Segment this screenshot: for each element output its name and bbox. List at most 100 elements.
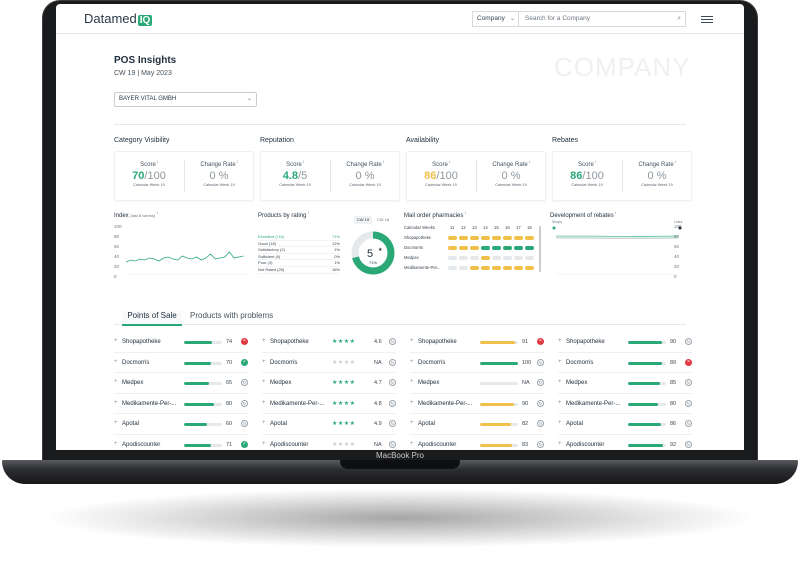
alert-icon[interactable]: × (537, 338, 544, 345)
scrollbar[interactable] (539, 226, 541, 272)
expand-icon[interactable]: + (558, 338, 562, 344)
alert-icon[interactable]: × (685, 358, 692, 366)
tab-points-of-sale[interactable]: Points of Sale (122, 311, 182, 326)
check-icon[interactable]: ✓ (241, 358, 248, 366)
score-number: 86 (424, 170, 437, 182)
search-scope-select[interactable]: Company ⌄ (472, 11, 518, 27)
table-row[interactable]: + Medpex ★★★★ 4.7 ↻ (262, 373, 396, 394)
info-icon[interactable]: i (465, 210, 466, 215)
expand-icon[interactable]: + (410, 420, 414, 426)
company-dropdown[interactable]: BAYER VITAL GMBH ⌄ (114, 92, 257, 107)
expand-icon[interactable]: + (114, 379, 118, 385)
table-row[interactable]: + Medpex 85 ↻ (558, 373, 692, 394)
expand-icon[interactable]: + (410, 441, 414, 447)
expand-icon[interactable]: + (114, 338, 118, 344)
info-icon[interactable]: i (236, 159, 238, 164)
star-icon: ★ (378, 247, 383, 253)
info-icon[interactable]: i (156, 159, 158, 164)
expand-icon[interactable]: + (558, 359, 562, 365)
expand-icon[interactable]: + (262, 420, 266, 426)
table-row[interactable]: + Apodiscounter ★★★★ NA ↻ (262, 435, 396, 450)
table-row[interactable]: + Medpex 65 ↻ (114, 373, 248, 394)
check-icon[interactable]: ✓ (241, 440, 248, 448)
expand-icon[interactable]: + (262, 400, 266, 406)
logo[interactable]: Datamed IQ (84, 11, 153, 26)
expand-icon[interactable]: + (262, 338, 266, 344)
refresh-icon[interactable]: ↻ (389, 379, 396, 387)
table-row[interactable]: + Shopapotheke 90 ↻ (558, 332, 692, 353)
expand-icon[interactable]: + (410, 359, 414, 365)
table-row[interactable]: + Shopapotheke 91 × (410, 332, 544, 353)
refresh-icon[interactable]: ↻ (685, 420, 692, 428)
expand-icon[interactable]: + (558, 420, 562, 426)
table-row[interactable]: + Apodiscounter 71 ✓ (114, 435, 248, 450)
expand-icon[interactable]: + (558, 400, 562, 406)
table-row[interactable]: + Docmorris 100 ↻ (410, 353, 544, 374)
refresh-icon[interactable]: ↻ (389, 420, 396, 428)
expand-icon[interactable]: + (114, 441, 118, 447)
expand-icon[interactable]: + (114, 359, 118, 365)
refresh-icon[interactable]: ↻ (685, 379, 692, 387)
pharmacy-name: Apotal (566, 421, 584, 428)
table-row[interactable]: + Docmorris 89 × (558, 353, 692, 374)
expand-icon[interactable]: + (410, 379, 414, 385)
refresh-icon[interactable]: ↻ (389, 338, 396, 345)
table-row[interactable]: + Medpex NA ↻ (410, 373, 544, 394)
table-row[interactable]: + Medikamente-Per-... ★★★★ 4.8 ↻ (262, 394, 396, 415)
refresh-icon[interactable]: ↻ (241, 379, 248, 387)
expand-icon[interactable]: + (262, 359, 266, 365)
refresh-icon[interactable]: ↻ (537, 358, 544, 366)
info-icon[interactable]: i (528, 159, 530, 164)
expand-icon[interactable]: + (410, 400, 414, 406)
refresh-icon[interactable]: ↻ (389, 440, 396, 448)
info-icon[interactable]: i (382, 159, 384, 164)
table-row[interactable]: + Medikamente-Per-... 80 ↻ (558, 394, 692, 415)
expand-icon[interactable]: + (114, 400, 118, 406)
score-bar-fill (628, 423, 661, 427)
info-icon[interactable]: i (448, 159, 450, 164)
expand-icon[interactable]: + (262, 379, 266, 385)
table-row[interactable]: + Apotal 82 ↻ (410, 414, 544, 435)
expand-icon[interactable]: + (558, 379, 562, 385)
table-row[interactable]: + Shopapotheke ★★★★ 4.6 ↻ (262, 332, 396, 353)
info-icon[interactable]: i (308, 210, 309, 215)
refresh-icon[interactable]: ↻ (537, 440, 544, 448)
table-row[interactable]: + Medikamente-Per-... 90 ↻ (410, 394, 544, 415)
info-icon[interactable]: i (594, 159, 596, 164)
alert-icon[interactable]: × (241, 338, 248, 345)
table-row[interactable]: + Apotal 60 ↻ (114, 414, 248, 435)
refresh-icon[interactable]: ↻ (537, 399, 544, 407)
hamburger-menu-icon[interactable] (701, 16, 713, 23)
table-row[interactable]: + Docmorris ★★★★ NA ↻ (262, 353, 396, 374)
expand-icon[interactable]: + (262, 441, 266, 447)
table-row[interactable]: + Apodiscounter 92 ↻ (558, 435, 692, 450)
table-row[interactable]: + Apotal 86 ↻ (558, 414, 692, 435)
refresh-icon[interactable]: ↻ (389, 358, 396, 366)
table-row[interactable]: + Shopapotheke 74 × (114, 332, 248, 353)
table-row[interactable]: + Docmorris 70 ✓ (114, 353, 248, 374)
expand-icon[interactable]: + (410, 338, 414, 344)
change-value: 0 % (355, 170, 375, 182)
toggle-cw-current[interactable]: CW 19 (354, 216, 372, 224)
info-icon[interactable]: i (615, 210, 616, 215)
table-row[interactable]: + Medikamente-Per-... 80 ↻ (114, 394, 248, 415)
refresh-icon[interactable]: ↻ (241, 420, 248, 428)
search-input[interactable]: Search for a Company ⌕ (518, 11, 686, 27)
info-icon[interactable]: i (674, 159, 676, 164)
expand-icon[interactable]: + (558, 441, 562, 447)
availability-pill (514, 266, 523, 270)
expand-icon[interactable]: + (114, 420, 118, 426)
refresh-icon[interactable]: ↻ (537, 379, 544, 387)
refresh-icon[interactable]: ↻ (241, 399, 248, 407)
refresh-icon[interactable]: ↻ (685, 440, 692, 448)
tab-products-with-problems[interactable]: Products with problems (190, 311, 273, 320)
table-row[interactable]: + Apodiscounter 83 ↻ (410, 435, 544, 450)
toggle-cw-previous[interactable]: CW 18 (374, 216, 392, 224)
info-icon[interactable]: i (302, 159, 304, 164)
refresh-icon[interactable]: ↻ (537, 420, 544, 428)
table-row[interactable]: + Apotal ★★★★ 4.9 ↻ (262, 414, 396, 435)
refresh-icon[interactable]: ↻ (389, 399, 396, 407)
info-icon[interactable]: i (157, 210, 158, 215)
refresh-icon[interactable]: ↻ (685, 399, 692, 407)
refresh-icon[interactable]: ↻ (685, 338, 692, 345)
